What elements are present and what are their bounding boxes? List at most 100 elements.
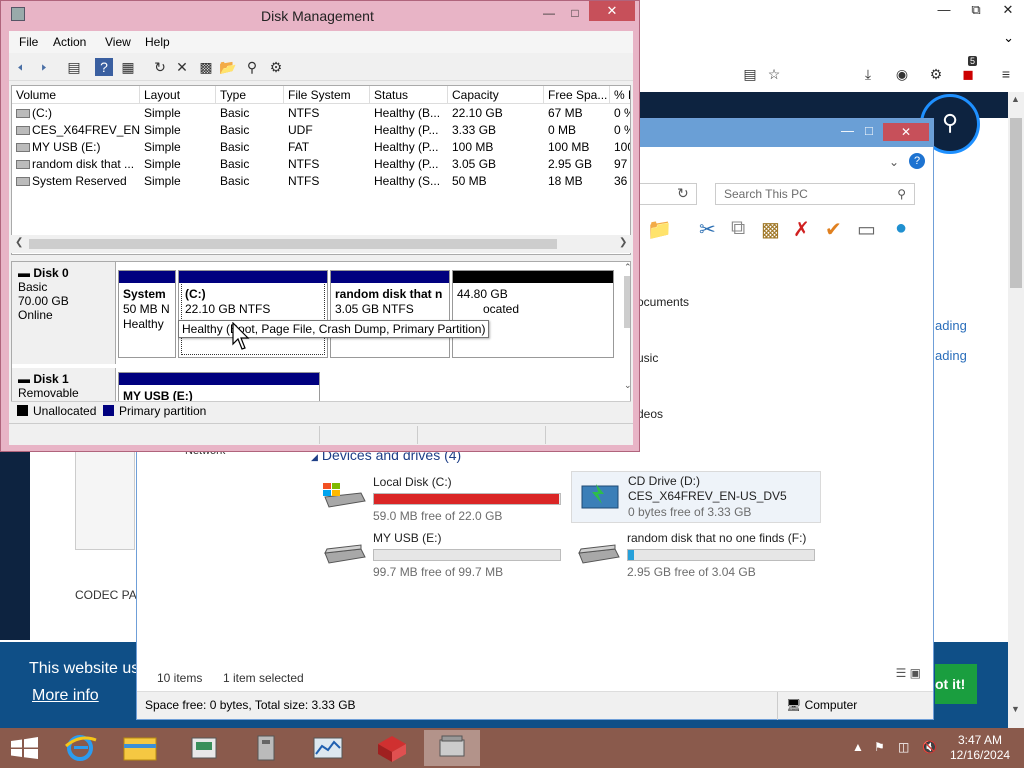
taskbar-clock[interactable]: 3:47 AM 12/16/2024 — [950, 733, 1010, 763]
close-button[interactable]: ✕ — [992, 0, 1024, 20]
start-button[interactable] — [0, 728, 50, 768]
scroll-up-icon[interactable]: ⌃ — [624, 262, 630, 273]
taskbar-app-3[interactable] — [176, 730, 232, 766]
menu-file[interactable]: File — [19, 35, 38, 49]
folder-check-icon[interactable]: 📁 — [647, 217, 672, 242]
check-icon[interactable]: ✔ — [825, 217, 842, 242]
network-icon[interactable]: ● — [895, 217, 907, 240]
chevron-down-icon[interactable]: ⌄ — [889, 155, 899, 169]
scroll-left-icon[interactable]: ❮ — [15, 237, 23, 248]
rename-icon[interactable]: ▭ — [857, 217, 876, 242]
volume-row[interactable]: MY USB (E:) Simple Basic FAT Healthy (P... 10… — [12, 139, 630, 156]
account-icon[interactable]: ◉ — [892, 64, 912, 84]
maximize-icon[interactable]: □ — [561, 3, 589, 23]
partition-c[interactable]: (C:) 22.10 GB NTFS — [178, 270, 328, 358]
refresh-icon[interactable]: ↻ — [151, 58, 169, 76]
scroll-down-icon[interactable]: ▼ — [1011, 704, 1020, 714]
taskbar-app-6[interactable] — [364, 730, 420, 766]
view-toggle-icons[interactable]: ☰ ▣ — [896, 666, 921, 680]
help-icon[interactable]: ? — [909, 153, 925, 169]
site-menu-item[interactable]: CODEC PA — [75, 588, 137, 602]
delete-icon[interactable]: ✗ — [793, 217, 810, 242]
column-header-percent-free[interactable]: % F — [610, 86, 630, 104]
cookie-accept-button[interactable]: ot it! — [935, 664, 977, 704]
column-header-capacity[interactable]: Capacity — [448, 86, 544, 104]
disk-management-app-icon[interactable] — [11, 7, 25, 21]
partition-unallocated[interactable]: 44.80 GB ocated — [452, 270, 614, 358]
minimize-icon[interactable]: — — [535, 3, 563, 23]
close-button[interactable]: ✕ — [883, 123, 929, 141]
cookie-more-info-link[interactable]: More info — [32, 687, 99, 705]
column-header-type[interactable]: Type — [216, 86, 284, 104]
site-side-link[interactable]: ading — [935, 318, 967, 333]
scroll-down-icon[interactable]: ⌄ — [624, 380, 630, 391]
menu-help[interactable]: Help — [145, 35, 170, 49]
copy-icon[interactable]: ⧉ — [731, 217, 745, 240]
forward-icon[interactable]: 🢒 — [35, 58, 53, 76]
chevron-down-icon[interactable]: ⌄ — [1003, 30, 1014, 46]
nav-item-videos[interactable]: deos — [637, 407, 663, 421]
menu-view[interactable]: View — [105, 35, 131, 49]
properties-icon[interactable]: ▦ — [119, 58, 137, 76]
column-header-free-space[interactable]: Free Spa... — [544, 86, 610, 104]
close-button[interactable]: ✕ — [589, 1, 635, 21]
taskbar-app-disk-management[interactable] — [424, 730, 480, 766]
search-icon[interactable]: ⚲ — [243, 58, 261, 76]
volume-row[interactable]: System Reserved Simple Basic NTFS Healthy (S… — [12, 173, 630, 190]
scrollbar-thumb[interactable] — [1010, 118, 1022, 288]
disk-0-label[interactable]: ▬ Disk 0 Basic 70.00 GB Online — [12, 262, 116, 364]
reader-view-icon[interactable]: ▤ — [740, 64, 760, 84]
refresh-icon[interactable]: ↻ — [677, 185, 689, 202]
minimize-icon[interactable]: — — [841, 123, 854, 138]
column-header-layout[interactable]: Layout — [140, 86, 216, 104]
drive-item-e[interactable]: MY USB (E:) 99.7 MB free of 99.7 MB — [321, 531, 571, 581]
menu-icon[interactable]: ≡ — [996, 64, 1016, 84]
console-tree-icon[interactable]: ▤ — [65, 58, 83, 76]
cut-icon[interactable]: ✂ — [699, 217, 716, 242]
action-center-flag-icon[interactable]: ⚑ — [874, 740, 885, 754]
taskbar-app-4[interactable] — [238, 730, 294, 766]
search-input[interactable]: Search This PC ⚲ — [715, 183, 915, 205]
column-header-volume[interactable]: Volume — [12, 86, 140, 104]
scroll-right-icon[interactable]: ❯ — [619, 237, 627, 248]
paste-icon[interactable]: ▩ — [761, 217, 780, 242]
volume-list-scrollbar[interactable]: ❮ ❯ — [11, 235, 631, 253]
drive-item-f[interactable]: random disk that no one finds (F:) 2.95 … — [575, 531, 825, 581]
maximize-icon[interactable]: □ — [865, 123, 873, 138]
show-hidden-icons[interactable]: ▲ — [852, 740, 864, 754]
volume-row[interactable]: CES_X64FREV_EN-... Simple Basic UDF Healthy … — [12, 122, 630, 139]
delete-icon[interactable]: ✕ — [173, 58, 191, 76]
column-header-filesystem[interactable]: File System — [284, 86, 370, 104]
scrollbar-thumb[interactable] — [624, 276, 630, 328]
check-icon[interactable]: ▩ — [197, 58, 215, 76]
scrollbar-thumb[interactable] — [29, 239, 557, 249]
partition-system-reserved[interactable]: System 50 MB N Healthy — [118, 270, 176, 358]
drive-item-c[interactable]: Local Disk (C:) 59.0 MB free of 22.0 GB — [321, 475, 571, 525]
nav-item-documents[interactable]: ocuments — [637, 295, 689, 309]
partition-random-disk[interactable]: random disk that n 3.05 GB NTFS — [330, 270, 450, 358]
volume-muted-icon[interactable]: 🔇 — [922, 740, 937, 754]
restore-button[interactable]: ⧉ — [960, 0, 992, 20]
open-folder-icon[interactable]: 📂 — [219, 58, 237, 76]
taskbar-app-internet-explorer[interactable] — [52, 730, 108, 766]
help-icon[interactable]: ? — [95, 58, 113, 76]
menu-action[interactable]: Action — [53, 35, 86, 49]
graphical-view-scrollbar[interactable]: ⌃ ⌄ — [624, 262, 630, 416]
extensions-icon[interactable]: ⚙ — [926, 64, 946, 84]
volume-row[interactable]: random disk that ... Simple Basic NTFS Healt… — [12, 156, 630, 173]
bookmark-star-icon[interactable]: ☆ — [764, 64, 784, 84]
ublock-icon[interactable]: ◼ — [958, 64, 978, 84]
network-icon[interactable]: ◫ — [898, 740, 909, 754]
nav-item-music[interactable]: usic — [637, 351, 658, 365]
collapse-icon[interactable]: ◢ — [311, 452, 318, 462]
minimize-button[interactable]: — — [928, 0, 960, 20]
scroll-up-icon[interactable]: ▲ — [1011, 94, 1020, 104]
drive-item-d[interactable]: CD Drive (D:) CES_X64FREV_EN-US_DV5 0 by… — [571, 471, 821, 523]
column-header-status[interactable]: Status — [370, 86, 448, 104]
settings-icon[interactable]: ⚙ — [267, 58, 285, 76]
taskbar-app-file-explorer[interactable] — [112, 730, 168, 766]
taskbar-app-5[interactable] — [300, 730, 356, 766]
back-icon[interactable]: 🢐 — [11, 58, 29, 76]
volume-row[interactable]: (C:) Simple Basic NTFS Healthy (B... 22.10 GB… — [12, 105, 630, 122]
browser-scrollbar[interactable]: ▲ ▼ — [1008, 92, 1024, 728]
